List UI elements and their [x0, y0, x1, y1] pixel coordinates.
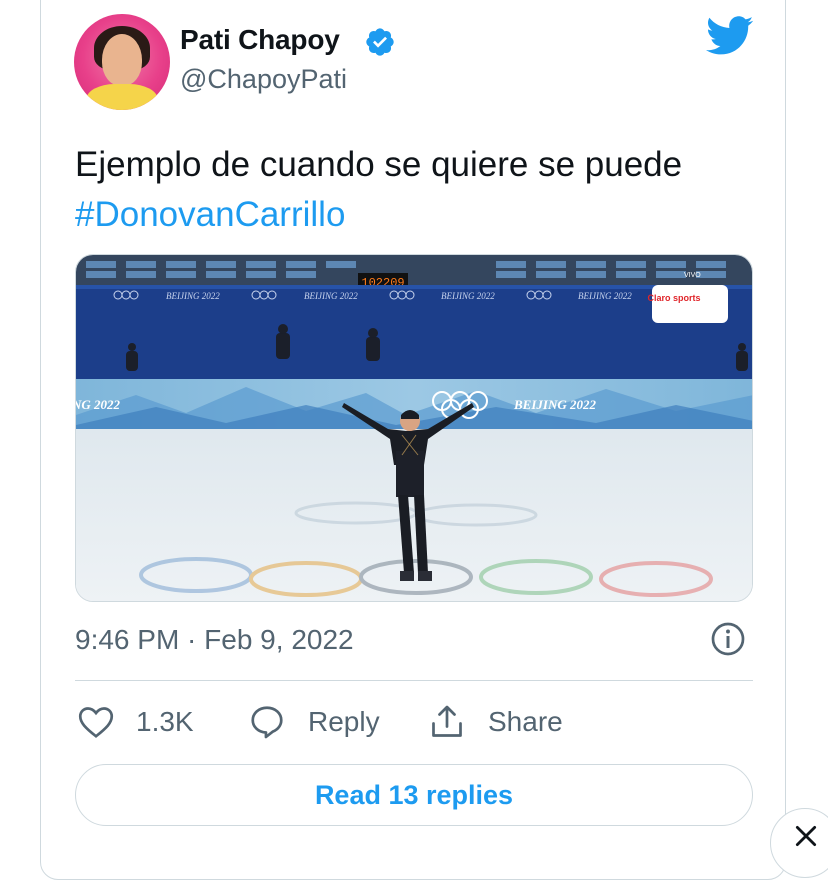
avatar-face: [102, 34, 142, 86]
avatar[interactable]: [74, 14, 170, 110]
reply-button[interactable]: Reply: [248, 700, 380, 744]
reply-label: Reply: [308, 706, 380, 737]
tweet-text: Ejemplo de cuando se quiere se puede #Do…: [75, 140, 755, 240]
tweet-timestamp[interactable]: 9:46 PM · Feb 9, 2022: [75, 624, 354, 656]
reply-bubble-icon: [251, 706, 283, 739]
tweet-media[interactable]: 102209 BEIJING 2022 BEIJING 2022 BEIJING…: [75, 254, 753, 602]
svg-text:BEIJING 2022: BEIJING 2022: [441, 291, 495, 301]
banner-text-left: NG 2022: [76, 397, 121, 412]
read-replies-button[interactable]: Read 13 replies: [75, 764, 753, 826]
read-replies-label: Read 13 replies: [314, 779, 514, 810]
tweet-body: Ejemplo de cuando se quiere se puede: [75, 145, 683, 184]
verified-badge-icon: [366, 28, 394, 56]
heart-icon: [78, 707, 114, 738]
share-icon: [432, 705, 462, 737]
svg-text:BEIJING 2022: BEIJING 2022: [578, 291, 632, 301]
banner-text: BEIJING 2022: [513, 397, 596, 412]
share-label: Share: [488, 706, 563, 737]
close-icon: [795, 825, 817, 847]
share-button[interactable]: Share: [428, 700, 563, 744]
like-button[interactable]: 1.3K: [78, 700, 194, 744]
author-handle[interactable]: @ChapoyPati: [180, 64, 347, 95]
media-photo: 102209 BEIJING 2022 BEIJING 2022 BEIJING…: [76, 255, 752, 601]
sponsor-text: Claro sports: [647, 293, 700, 303]
like-count: 1.3K: [136, 706, 194, 737]
divider: [75, 680, 753, 681]
live-text: VIVO: [684, 272, 701, 279]
twitter-bird-icon[interactable]: [706, 16, 754, 56]
hashtag-link[interactable]: #DonovanCarrillo: [75, 190, 755, 240]
svg-text:BEIJING 2022: BEIJING 2022: [304, 291, 358, 301]
author-name[interactable]: Pati Chapoy: [180, 24, 340, 56]
avatar-shirt: [86, 84, 158, 110]
info-icon[interactable]: [710, 621, 746, 657]
svg-text:BEIJING 2022: BEIJING 2022: [166, 291, 220, 301]
